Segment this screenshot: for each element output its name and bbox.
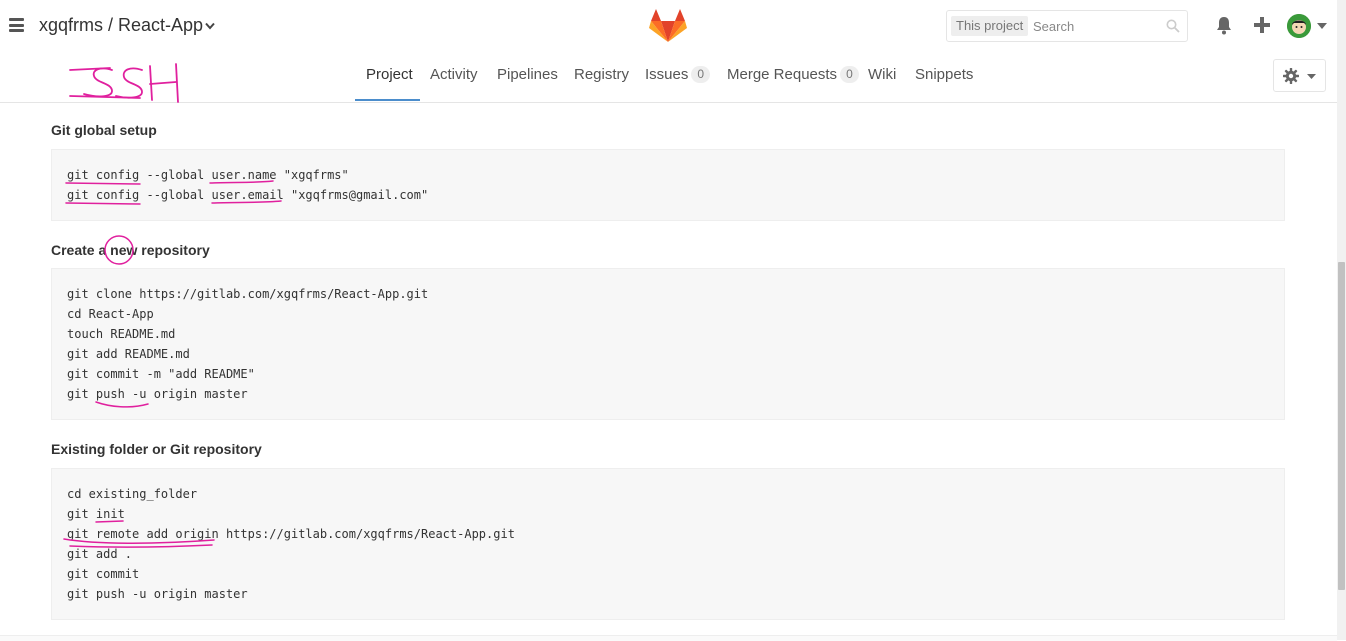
code-line: git config --global user.email "xgqfrms@… [67, 188, 429, 202]
tab-wiki[interactable]: Wiki [868, 66, 896, 83]
tab-registry[interactable]: Registry [574, 66, 629, 83]
code-line: git add README.md [67, 347, 190, 361]
search-box[interactable]: This project [946, 10, 1188, 42]
hamburger-menu-icon[interactable] [9, 18, 24, 32]
code-line: git commit -m "add README" [67, 367, 255, 381]
search-input[interactable] [1033, 16, 1153, 36]
section-title-new-repository: Create a new repository [51, 242, 210, 258]
top-navbar: xgqfrms / React-App This project [0, 0, 1346, 52]
tab-snippets[interactable]: Snippets [915, 66, 973, 83]
code-block-global-setup[interactable]: git config --global user.name "xgqfrms" … [51, 149, 1285, 221]
scrollbar-thumb[interactable] [1338, 262, 1345, 590]
section-title-global-setup: Git global setup [51, 122, 157, 138]
merge-requests-count-badge: 0 [840, 66, 859, 83]
code-block-new-repository[interactable]: git clone https://gitlab.com/xgqfrms/Rea… [51, 268, 1285, 420]
code-line: git push -u origin master [67, 587, 248, 601]
tab-issues[interactable]: Issues 0 [645, 66, 711, 83]
project-subnav: Project Activity Pipelines Registry Issu… [0, 52, 1337, 103]
plus-icon[interactable] [1253, 16, 1271, 34]
code-line: cd existing_folder [67, 487, 198, 501]
tab-activity[interactable]: Activity [430, 66, 478, 83]
tab-project[interactable]: Project [366, 66, 413, 83]
avatar-face-icon [1287, 14, 1311, 38]
search-scope-label[interactable]: This project [951, 16, 1029, 36]
search-icon[interactable] [1166, 19, 1180, 33]
gitlab-logo-icon[interactable] [649, 9, 687, 43]
code-block-existing-folder[interactable]: cd existing_folder git init git remote a… [51, 468, 1285, 620]
tab-pipelines[interactable]: Pipelines [497, 66, 558, 83]
tab-issues-label: Issues [645, 66, 689, 83]
code-line: git add . [67, 547, 133, 561]
caret-down-icon[interactable] [1317, 23, 1327, 29]
caret-down-icon [1307, 74, 1316, 79]
chevron-down-icon[interactable] [205, 22, 215, 30]
section-title-existing-folder: Existing folder or Git repository [51, 441, 262, 457]
gear-icon [1283, 68, 1299, 84]
avatar[interactable] [1287, 14, 1311, 38]
tab-merge-requests[interactable]: Merge Requests 0 [727, 66, 859, 83]
page-bottom-edge [0, 635, 1337, 641]
active-tab-indicator [355, 99, 420, 101]
tab-merge-requests-label: Merge Requests [727, 66, 838, 83]
code-line: touch README.md [67, 327, 176, 341]
code-line: git push -u origin master [67, 387, 248, 401]
code-line: git commit [67, 567, 140, 581]
code-line: git config --global user.name "xgqfrms" [67, 168, 349, 182]
issues-count-badge: 0 [691, 66, 711, 83]
project-settings-button[interactable] [1273, 59, 1326, 92]
project-title[interactable]: xgqfrms / React-App [39, 15, 203, 36]
bell-icon[interactable] [1215, 16, 1233, 35]
code-line: git clone https://gitlab.com/xgqfrms/Rea… [67, 287, 429, 301]
code-line: git remote add origin https://gitlab.com… [67, 527, 515, 541]
code-line: cd React-App [67, 307, 154, 321]
code-line: git init [67, 507, 125, 521]
